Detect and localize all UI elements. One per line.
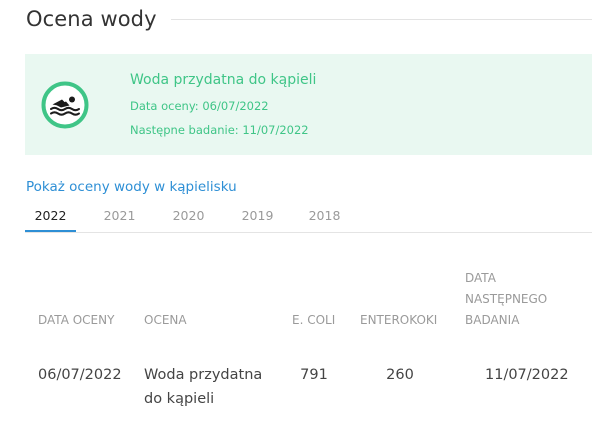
- tab-2019[interactable]: 2019: [232, 202, 283, 231]
- header-enterococci: ENTEROKOKI: [360, 313, 438, 327]
- cell-ecoli: 791: [300, 367, 328, 383]
- swimmer-icon: [40, 80, 90, 130]
- tab-2020[interactable]: 2020: [163, 202, 214, 231]
- header-assessment-date: DATA OCENY: [38, 313, 115, 327]
- heading-divider: [170, 19, 592, 20]
- header-next-test-line1: DATA: [465, 271, 496, 285]
- header-rating: OCENA: [144, 313, 187, 327]
- header-next-test-line2: NASTĘPNEGO: [465, 292, 548, 306]
- cell-next-test-date: 11/07/2022: [485, 367, 569, 383]
- page-title: Ocena wody: [26, 7, 157, 31]
- cell-rating-line1: Woda przydatna: [144, 367, 263, 383]
- tab-2018[interactable]: 2018: [299, 202, 350, 231]
- cell-rating-line2: do kąpieli: [144, 391, 215, 407]
- next-test-date: Następne badanie: 11/07/2022: [130, 123, 309, 137]
- year-tabs: 2022 2021 2020 2019 2018: [25, 202, 592, 233]
- show-assessments-link[interactable]: Pokaż oceny wody w kąpielisku: [26, 179, 237, 195]
- tab-2021[interactable]: 2021: [94, 202, 145, 231]
- cell-enterococci: 260: [386, 367, 414, 383]
- water-assessment-page: Ocena wody Woda przydatna do kąpieli Dat…: [0, 0, 616, 433]
- section-heading: Ocena wody: [26, 4, 592, 34]
- header-next-test-line3: BADANIA: [465, 313, 520, 327]
- status-title: Woda przydatna do kąpieli: [130, 72, 317, 88]
- cell-assessment-date: 06/07/2022: [38, 367, 122, 383]
- header-ecoli: E. COLI: [292, 313, 336, 327]
- assessment-date: Data oceny: 06/07/2022: [130, 99, 269, 113]
- status-card: Woda przydatna do kąpieli Data oceny: 06…: [25, 54, 592, 155]
- tab-2022[interactable]: 2022: [25, 202, 76, 232]
